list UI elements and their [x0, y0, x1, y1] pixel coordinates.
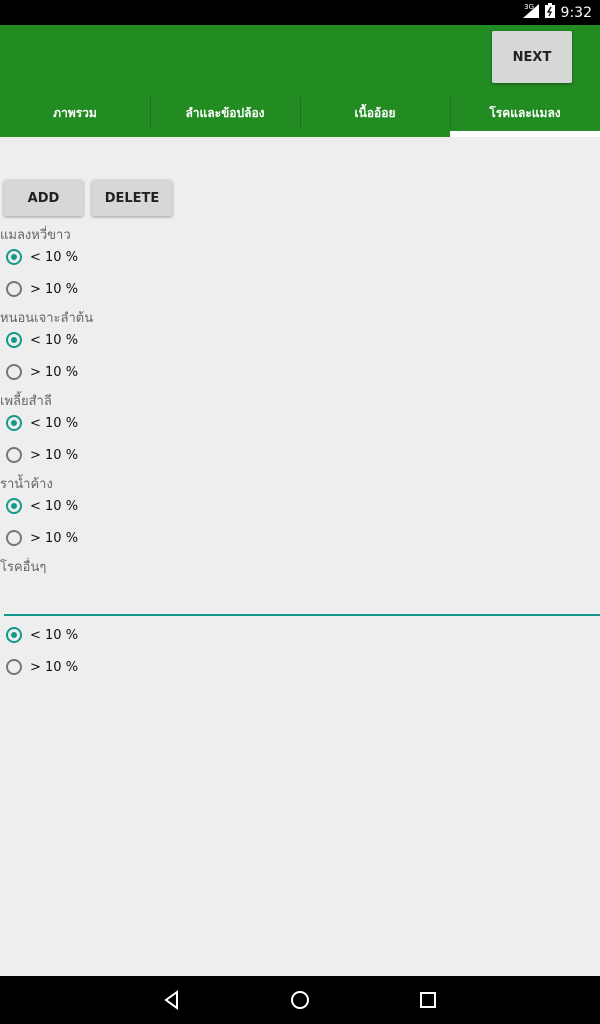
group-title-stem-borer: หนอนเจาะลำต้น	[0, 311, 94, 326]
tab-bar: ภาพรวม ลำและข้อปล้อง เนื้ออ้อย โรคและแมล…	[0, 90, 600, 137]
tab-diseases-pests[interactable]: โรคและแมลง	[450, 90, 600, 137]
clock: 9:32	[560, 4, 592, 21]
home-circle-icon[interactable]	[270, 976, 330, 1024]
radio-label: > 10 %	[30, 447, 79, 463]
radio-button[interactable]	[6, 364, 22, 380]
radio-whitefly-high[interactable]: > 10 %	[6, 278, 78, 300]
tab-label: เนื้ออ้อย	[354, 106, 396, 120]
status-bar: 3G 9:32	[0, 0, 600, 25]
navigation-bar	[0, 976, 600, 1024]
group-title-other-diseases: โรคอื่นๆ	[0, 560, 47, 575]
radio-label: > 10 %	[30, 364, 79, 380]
battery-icon	[544, 3, 555, 22]
radio-whitefly-low[interactable]: < 10 %	[6, 246, 78, 268]
radio-button[interactable]	[6, 281, 22, 297]
tab-cane-flesh[interactable]: เนื้ออ้อย	[300, 90, 450, 137]
radio-button-checked[interactable]	[6, 249, 22, 265]
radio-stem-borer-high[interactable]: > 10 %	[6, 361, 78, 383]
radio-downy-mildew-high[interactable]: > 10 %	[6, 527, 78, 549]
radio-label: > 10 %	[30, 530, 79, 546]
group-title-mealybug: เพลี้ยสำลี	[0, 394, 52, 409]
tab-label: โรคและแมลง	[489, 106, 561, 120]
group-title-downy-mildew: ราน้ำค้าง	[0, 477, 53, 492]
radio-button-checked[interactable]	[6, 415, 22, 431]
tab-overview[interactable]: ภาพรวม	[0, 90, 150, 137]
radio-label: < 10 %	[30, 498, 79, 514]
radio-mealybug-low[interactable]: < 10 %	[6, 412, 78, 434]
radio-downy-mildew-low[interactable]: < 10 %	[6, 495, 78, 517]
radio-label: < 10 %	[30, 627, 79, 643]
group-title-whitefly: แมลงหวี่ขาว	[0, 228, 71, 243]
radio-label: < 10 %	[30, 332, 79, 348]
other-disease-input[interactable]	[4, 586, 600, 616]
radio-other-low[interactable]: < 10 %	[6, 624, 78, 646]
delete-button[interactable]: DELETE	[92, 180, 172, 216]
radio-label: < 10 %	[30, 249, 79, 265]
tab-label: ภาพรวม	[53, 106, 97, 120]
tab-label: ลำและข้อปล้อง	[185, 106, 265, 120]
radio-button[interactable]	[6, 659, 22, 675]
radio-button[interactable]	[6, 447, 22, 463]
radio-label: < 10 %	[30, 415, 79, 431]
radio-stem-borer-low[interactable]: < 10 %	[6, 329, 78, 351]
signal-icon	[522, 3, 539, 22]
add-button[interactable]: ADD	[4, 180, 83, 216]
radio-other-high[interactable]: > 10 %	[6, 656, 78, 678]
tab-stalk[interactable]: ลำและข้อปล้อง	[150, 90, 300, 137]
radio-label: > 10 %	[30, 281, 79, 297]
radio-button-checked[interactable]	[6, 627, 22, 643]
recents-square-icon[interactable]	[398, 976, 458, 1024]
back-triangle-icon[interactable]	[142, 976, 202, 1024]
radio-mealybug-high[interactable]: > 10 %	[6, 444, 78, 466]
radio-button-checked[interactable]	[6, 498, 22, 514]
radio-button[interactable]	[6, 530, 22, 546]
radio-button-checked[interactable]	[6, 332, 22, 348]
next-button[interactable]: NEXT	[492, 31, 572, 83]
radio-label: > 10 %	[30, 659, 79, 675]
